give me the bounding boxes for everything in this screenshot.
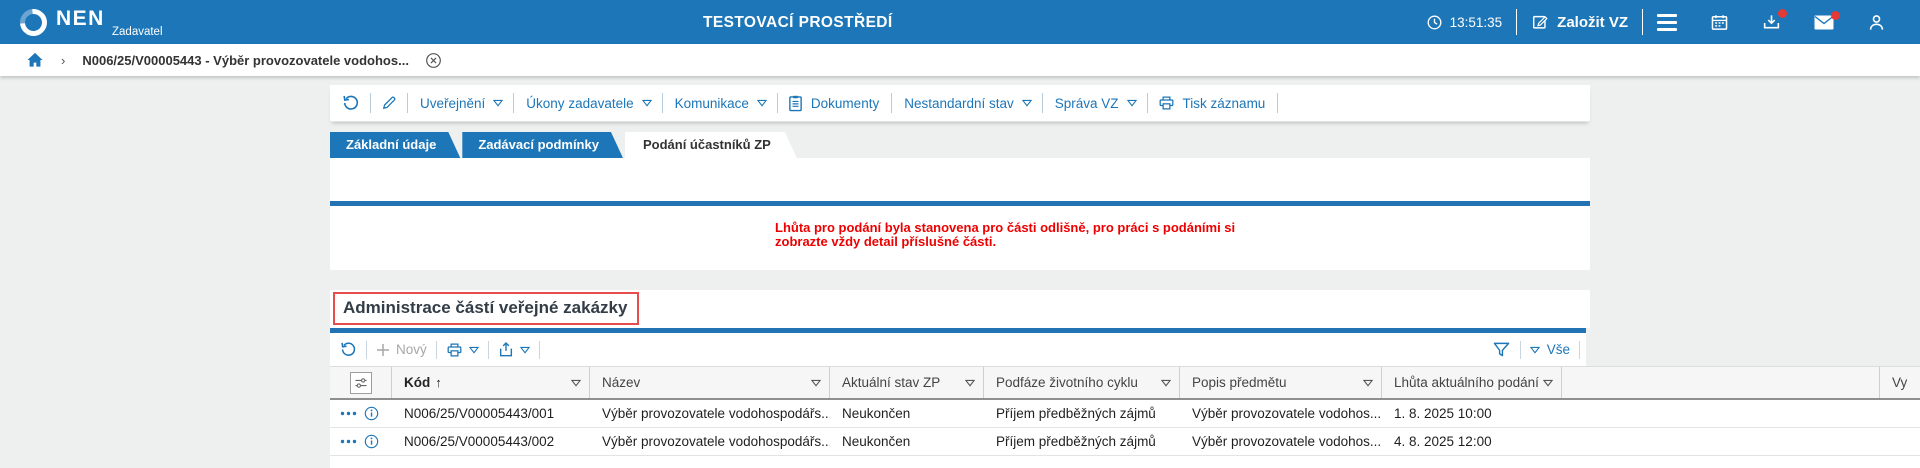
cell-lhuta: 4. 8. 2025 12:00 [1394,434,1492,449]
header-aktualni-stav[interactable]: Aktuální stav ZP [830,367,984,398]
header-empty [1562,367,1880,398]
column-filter-icon[interactable] [965,379,975,387]
cell-kod: N006/25/V00005443/002 [404,434,555,449]
logo-subtext: Zadavatel [112,26,163,38]
create-vz-button[interactable]: Založit VZ [1557,14,1628,31]
cell-popis: Výběr provozovatele vodohos... [1192,434,1382,449]
filter-icon[interactable] [1492,341,1511,358]
edit-icon[interactable] [381,95,397,111]
header-lhuta[interactable]: Lhůta aktuálního podání [1382,367,1562,398]
caret-down-icon [493,99,504,107]
caret-down-icon [1529,346,1540,354]
tab-bar: Základní údaje Zadávací podmínky Podání … [330,132,799,158]
caret-down-icon [519,346,530,354]
cell-popis: Výběr provozovatele vodohos... [1192,406,1382,421]
divider [1516,9,1518,35]
caret-down-icon [1126,99,1137,107]
column-settings-cell[interactable] [330,367,392,398]
menu-ukony-zadavatele[interactable]: Úkony zadavatele [524,96,652,111]
tab-content-panel: Lhůta pro podání byla stanovena pro část… [330,158,1590,270]
menu-komunikace[interactable]: Komunikace [673,96,767,111]
caret-down-icon [1021,99,1032,107]
menu-tisk-zaznamu[interactable]: Tisk záznamu [1158,95,1268,111]
downloads-icon[interactable] [1762,8,1787,32]
refresh-icon[interactable] [342,94,360,112]
cell-stav: Neukončen [842,406,911,421]
menu-dokumenty[interactable]: Dokumenty [788,95,881,112]
header-podfaze[interactable]: Podfáze životního cyklu [984,367,1180,398]
row-actions-icon[interactable] [340,439,357,444]
cell-podfaze: Příjem předběžných zájmů [996,406,1156,421]
sort-asc-icon: ↑ [435,375,442,390]
filter-all-dropdown[interactable]: Vše [1529,342,1570,357]
column-filter-icon[interactable] [1543,379,1553,387]
column-settings-icon [349,371,372,394]
cell-podfaze: Příjem předběžných zájmů [996,434,1156,449]
caret-down-icon [756,99,767,107]
header-nazev[interactable]: Název [590,367,830,398]
grid-toolbar: Nový Vše [330,333,1586,366]
breadcrumb-record[interactable]: N006/25/V00005443 - Výběr provozovatele … [82,53,409,68]
new-button[interactable]: Nový [376,342,427,357]
calendar-icon[interactable] [1710,13,1729,32]
section-header-band: Administrace částí veřejné zakázky [330,290,1590,328]
plus-icon [376,343,390,357]
menu-sprava-vz[interactable]: Správa VZ [1053,96,1137,111]
header-popis[interactable]: Popis předmětu [1180,367,1382,398]
nen-logo[interactable]: NEN Zadavatel [14,2,186,42]
column-filter-icon[interactable] [1161,379,1171,387]
column-filter-icon[interactable] [811,379,821,387]
logo-text: NEN [56,7,105,30]
topbar: NEN Zadavatel TESTOVACÍ PROSTŘEDÍ 13:51:… [0,0,1920,44]
grid-print-button[interactable] [446,342,479,358]
printer-icon [1158,95,1175,111]
record-toolbar: Uveřejnění Úkony zadavatele Komunikace D… [330,85,1590,122]
column-filter-icon[interactable] [1363,379,1373,387]
header-kod[interactable]: Kód ↑ [392,367,590,398]
divider [1642,9,1643,35]
table-row[interactable]: N006/25/V00005443/001 Výběr provozovatel… [330,400,1920,428]
row-actions-icon[interactable] [340,411,357,416]
tab-podani-ucastniku-zp[interactable]: Podání účastníků ZP [625,132,797,158]
close-record-icon[interactable] [425,52,442,69]
menu-icon[interactable] [1657,13,1677,31]
mail-badge [1831,10,1840,20]
menu-uverejneni[interactable]: Uveřejnění [418,96,504,111]
section-divider-bar [330,201,1590,206]
info-icon[interactable] [364,434,379,449]
document-icon [788,95,803,112]
tab-zakladni-udaje[interactable]: Základní údaje [330,132,460,158]
current-time: 13:51:35 [1449,14,1503,30]
caret-down-icon [641,99,652,107]
nen-logo-icon [14,2,53,42]
environment-title: TESTOVACÍ PROSTŘEDÍ [703,14,893,31]
table-header-row: Kód ↑ Název Aktuální stav ZP Podfáze živ… [330,366,1920,400]
section-highlight-box: Administrace částí veřejné zakázky [333,292,640,325]
cell-nazev: Výběr provozovatele vodohospodářs... [602,434,830,449]
header-vy-truncated[interactable]: Vy [1880,367,1920,398]
profile-icon[interactable] [1867,13,1886,32]
cell-kod: N006/25/V00005443/001 [404,406,555,421]
caret-down-icon [468,346,479,354]
tab-zadavaci-podminky[interactable]: Zadávací podmínky [462,132,623,158]
parts-table: Kód ↑ Název Aktuální stav ZP Podfáze živ… [330,366,1920,468]
column-filter-icon[interactable] [571,379,581,387]
info-icon[interactable] [364,406,379,421]
table-row[interactable]: N006/25/V00005443/002 Výběr provozovatel… [330,428,1920,456]
grid-export-button[interactable] [498,341,530,358]
mail-icon[interactable] [1814,10,1840,30]
deadline-warning: Lhůta pro podání byla stanovena pro část… [775,220,1236,249]
grid-refresh-icon[interactable] [340,341,357,358]
cell-lhuta: 1. 8. 2025 10:00 [1394,406,1492,421]
home-icon[interactable] [26,52,44,68]
cell-nazev: Výběr provozovatele vodohospodářs... [602,406,830,421]
cell-stav: Neukončen [842,434,911,449]
menu-nestandardni-stav[interactable]: Nestandardní stav [902,96,1032,111]
create-vz-icon[interactable] [1531,13,1549,31]
downloads-badge [1778,8,1787,18]
section-title: Administrace částí veřejné zakázky [343,298,628,317]
breadcrumb-chevron: › [61,52,66,68]
breadcrumb: › N006/25/V00005443 - Výběr provozovatel… [0,44,1920,76]
clock-icon [1426,14,1443,31]
